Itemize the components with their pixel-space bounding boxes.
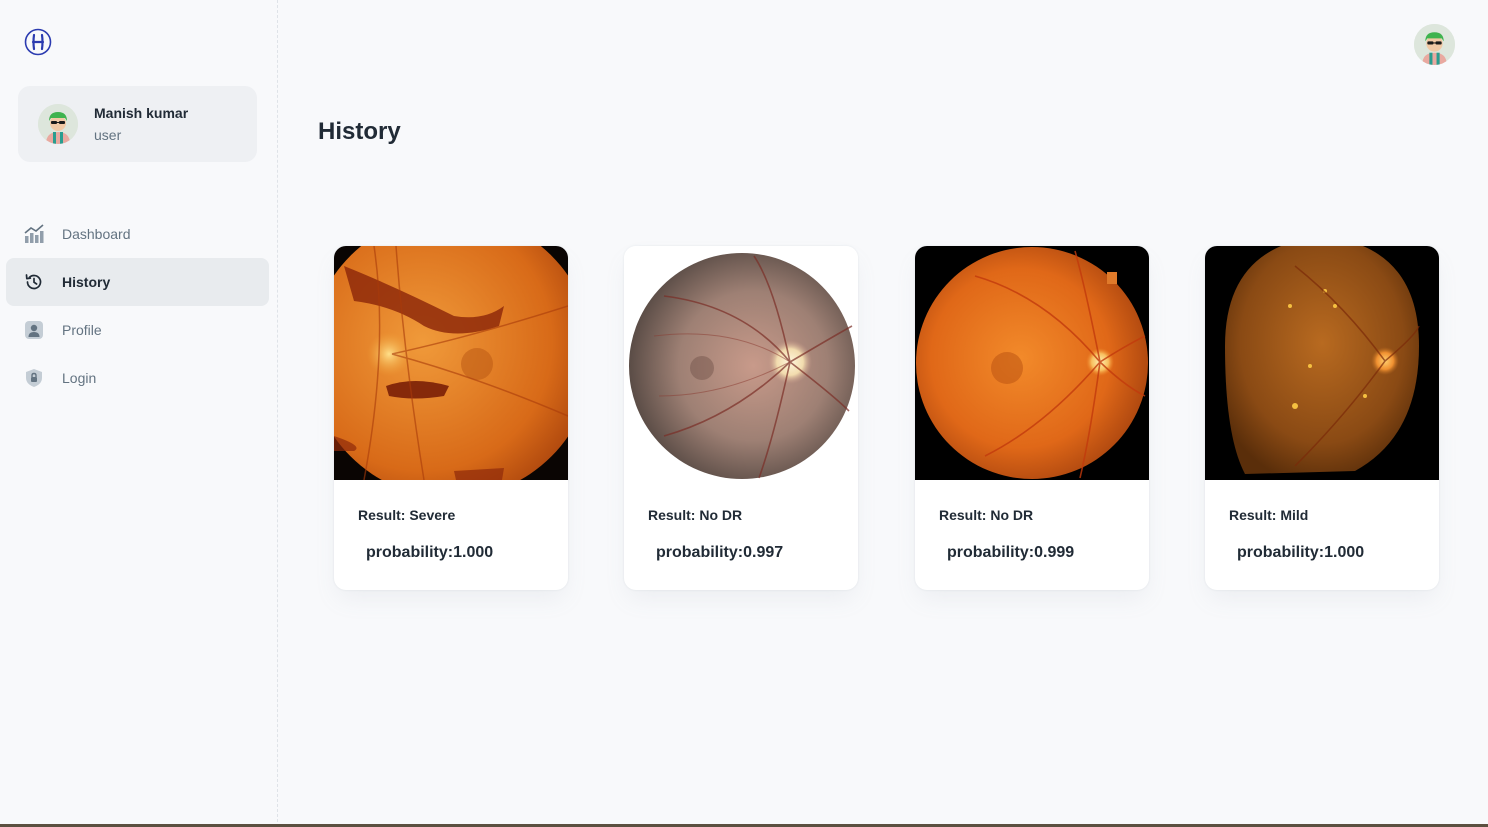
retina-image [624,246,858,480]
history-card[interactable]: Result: Severe probability:1.000 [334,246,568,590]
dashboard-icon [24,224,44,244]
user-account-card[interactable]: Manish kumar user [18,86,257,162]
nav-label-profile: Profile [62,322,102,338]
result-label: Result: Severe [358,507,456,523]
nav-item-profile[interactable]: Profile [6,306,269,354]
probability-value: probability:1.000 [1237,544,1365,561]
user-avatar [38,104,78,144]
profile-icon [24,320,44,340]
probability-value: probability:0.997 [656,544,784,561]
history-card[interactable]: Result: No DR probability:0.999 [915,246,1149,590]
sidebar: Manish kumar user Dashboard History Prof… [0,0,278,827]
nav-item-dashboard[interactable]: Dashboard [6,210,269,258]
history-card[interactable]: Result: No DR probability:0.997 [624,246,858,590]
lock-icon [24,368,44,388]
retina-image [334,246,568,480]
retina-image [915,246,1149,480]
sidebar-nav: Dashboard History Profile Login [6,210,269,402]
result-label: Result: No DR [648,507,743,523]
nav-label-history: History [62,274,111,290]
history-card[interactable]: Result: Mild probability:1.000 [1205,246,1439,590]
probability-value: probability:0.999 [947,544,1075,561]
probability-value: probability:1.000 [366,544,494,561]
retina-image [1205,246,1439,480]
user-name: Manish kumar [94,105,189,121]
user-role: user [94,127,122,143]
nav-item-history[interactable]: History [6,258,269,306]
app-logo-icon[interactable] [24,28,52,56]
page-title: History [318,118,401,145]
history-icon [24,272,44,292]
nav-label-dashboard: Dashboard [62,226,131,242]
nav-label-login: Login [62,370,97,386]
nav-item-login[interactable]: Login [6,354,269,402]
account-avatar-button[interactable] [1414,24,1455,65]
result-label: Result: Mild [1229,507,1309,523]
result-label: Result: No DR [939,507,1034,523]
